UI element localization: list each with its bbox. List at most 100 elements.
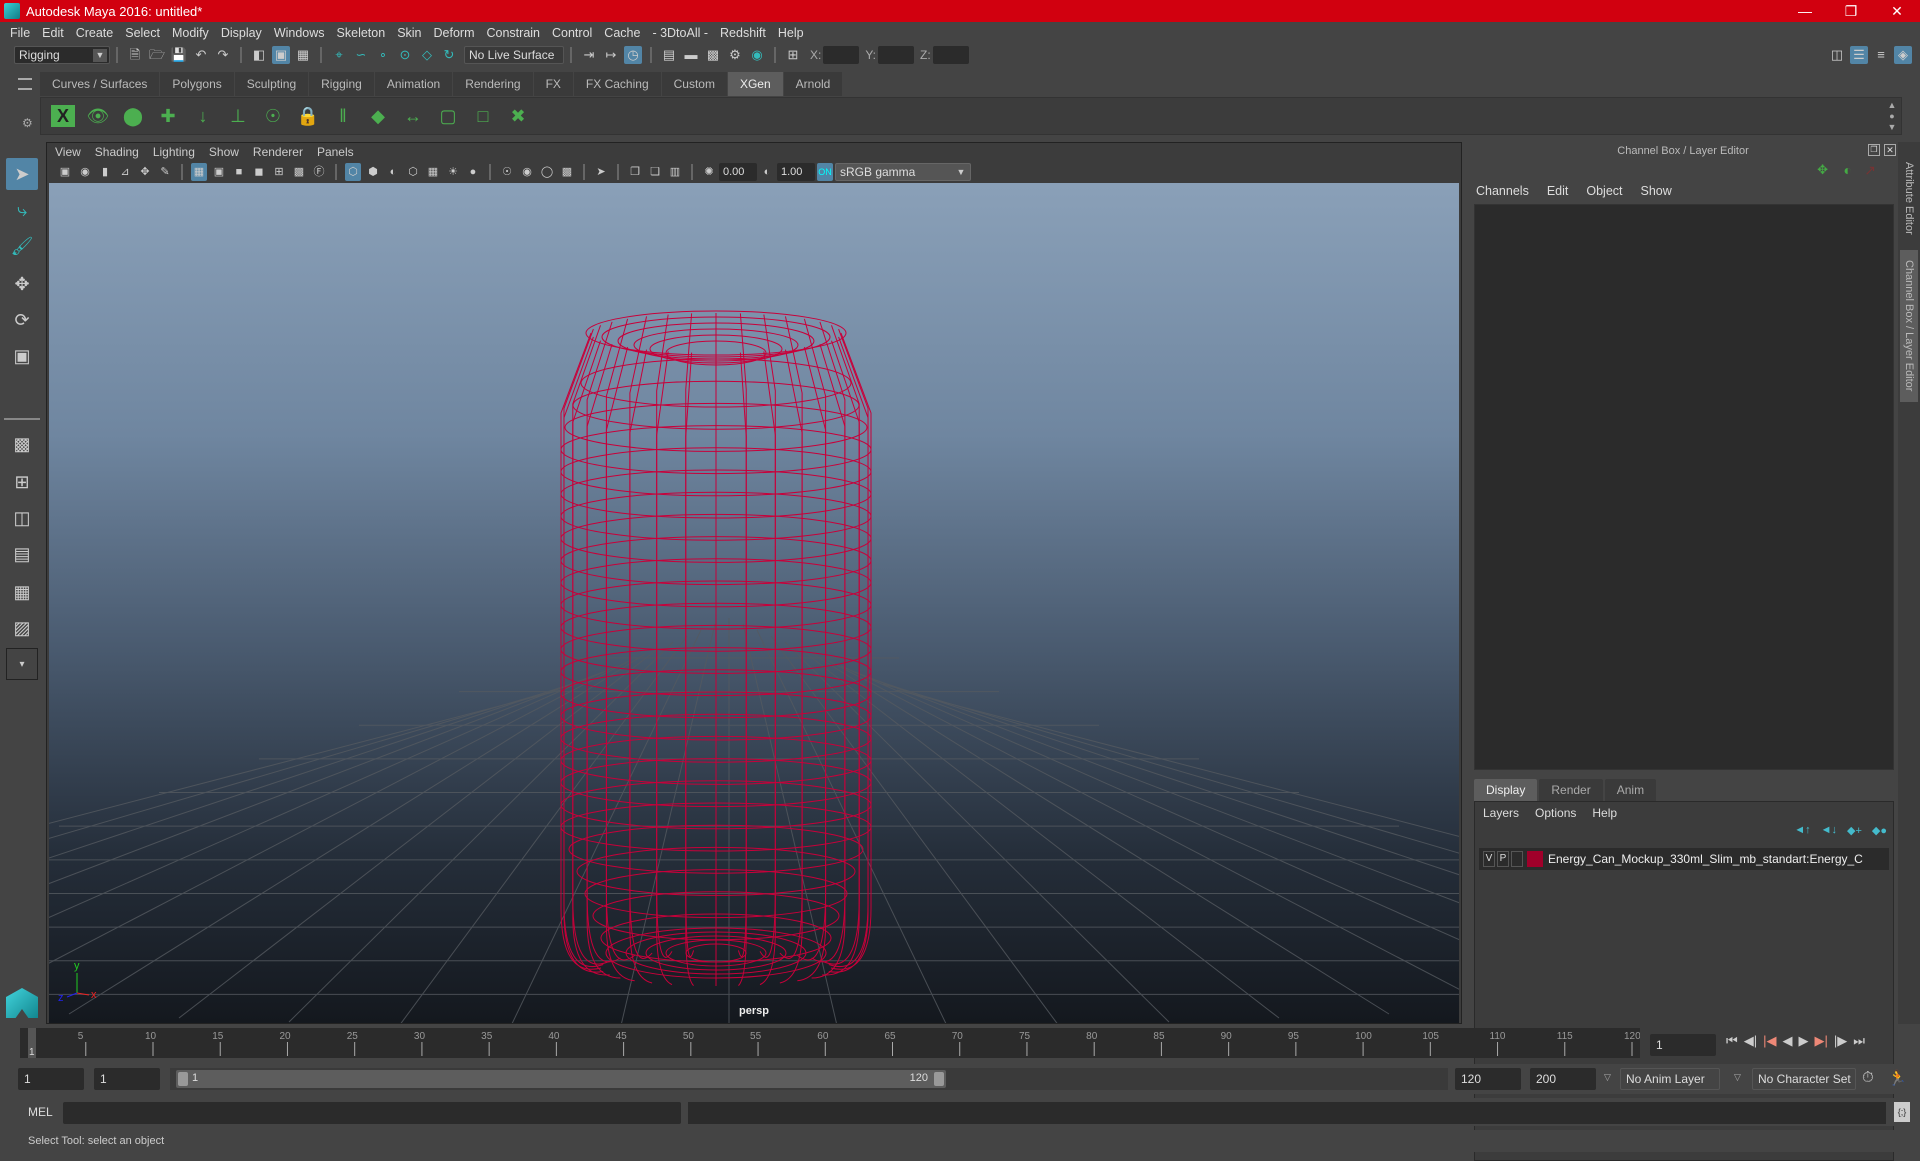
menu-help[interactable]: Help xyxy=(778,26,804,40)
snap-point-icon[interactable]: ∘ xyxy=(374,46,392,64)
paint-select-tool-icon[interactable]: 🖌 xyxy=(6,230,38,262)
persp-graph-outliner-layout-icon[interactable]: ▨ xyxy=(6,612,38,644)
layer-playback-toggle[interactable]: P xyxy=(1497,851,1509,867)
menu-skin[interactable]: Skin xyxy=(397,26,421,40)
attribute-editor-tab[interactable]: Attribute Editor xyxy=(1900,150,1918,246)
screen-space-ao-icon[interactable]: ☉ xyxy=(499,163,515,181)
vp-menu-lighting[interactable]: Lighting xyxy=(153,145,195,159)
close-button[interactable]: ✕ xyxy=(1874,0,1920,22)
vp-menu-renderer[interactable]: Renderer xyxy=(253,145,303,159)
xray-joints-icon[interactable]: ▥ xyxy=(667,163,683,181)
resolution-gate-icon[interactable]: ■ xyxy=(231,163,247,181)
move-tool-icon[interactable]: ✥ xyxy=(6,268,38,300)
tool-settings-toggle-icon[interactable]: ≡ xyxy=(1872,46,1890,64)
time-slider[interactable]: 1 5 10 15 20 25 30 35 40 45 50 55 60 65 70 75 80 85 90 95 10… xyxy=(20,1028,1641,1058)
anim-layer-dropdown[interactable]: No Anim Layer xyxy=(1620,1068,1720,1090)
cb-menu-object[interactable]: Object xyxy=(1586,184,1622,198)
save-scene-icon[interactable]: 💾 xyxy=(170,46,188,64)
shelf-tab-arnold[interactable]: Arnold xyxy=(783,72,844,96)
use-all-lights-icon[interactable]: ☀ xyxy=(445,163,461,181)
cb-menu-show[interactable]: Show xyxy=(1641,184,1672,198)
close-panel-icon[interactable]: ✕ xyxy=(1884,144,1896,156)
go-to-end-icon[interactable]: ⏭ xyxy=(1853,1033,1865,1049)
menu-redshift[interactable]: Redshift xyxy=(720,26,766,40)
gate-mask-icon[interactable]: ◼ xyxy=(251,163,267,181)
start-time-field[interactable]: 1 xyxy=(18,1068,84,1090)
xgen-show-icon[interactable]: 👁 xyxy=(84,102,112,130)
menu-deform[interactable]: Deform xyxy=(434,26,475,40)
hypershade-layout-icon[interactable]: ▦ xyxy=(6,576,38,608)
vp-menu-panels[interactable]: Panels xyxy=(317,145,354,159)
four-view-layout-icon[interactable]: ⊞ xyxy=(6,466,38,498)
bookmark-icon[interactable]: ▮ xyxy=(97,163,113,181)
snap-live-icon[interactable]: ↻ xyxy=(440,46,458,64)
anim-layer-chevron-icon[interactable]: ▽ xyxy=(1604,1072,1611,1083)
menu-modify[interactable]: Modify xyxy=(172,26,209,40)
safe-action-icon[interactable]: ▩ xyxy=(291,163,307,181)
select-by-object-icon[interactable]: ▣ xyxy=(272,46,290,64)
channel-box-tab[interactable]: Channel Box / Layer Editor xyxy=(1900,250,1918,402)
layer-menu-help[interactable]: Help xyxy=(1592,806,1617,820)
attribute-editor-toggle-icon[interactable]: ☰ xyxy=(1850,46,1868,64)
menu-create[interactable]: Create xyxy=(76,26,114,40)
exposure-field[interactable]: 0.00 xyxy=(719,163,757,181)
exposure-icon[interactable]: ✺ xyxy=(701,163,717,181)
script-editor-icon[interactable]: {;} xyxy=(1894,1102,1910,1122)
command-input[interactable] xyxy=(63,1102,681,1124)
isolate-select-icon[interactable]: ➤ xyxy=(593,163,609,181)
persp-outliner-layout-icon[interactable]: ◫ xyxy=(6,502,38,534)
camera-attributes-icon[interactable]: ◉ xyxy=(77,163,93,181)
redo-icon[interactable]: ↷ xyxy=(214,46,232,64)
textured-icon[interactable]: ▦ xyxy=(425,163,441,181)
persp-graph-layout-icon[interactable]: ▤ xyxy=(6,538,38,570)
single-perspective-layout-icon[interactable]: ▩ xyxy=(6,428,38,460)
grid-icon[interactable]: ▦ xyxy=(191,163,207,181)
float-panel-icon[interactable]: ❐ xyxy=(1868,144,1880,156)
ipr-render-icon[interactable]: ▩ xyxy=(704,46,722,64)
current-frame-field[interactable]: 1 xyxy=(1650,1034,1716,1056)
select-by-hierarchy-icon[interactable]: ◧ xyxy=(250,46,268,64)
channels-list[interactable] xyxy=(1474,204,1894,770)
shelf-tab-fx[interactable]: FX xyxy=(533,72,574,96)
shelf-tab-fx-caching[interactable]: FX Caching xyxy=(573,72,662,96)
add-guide-icon[interactable]: ⊥ xyxy=(224,102,252,130)
shelf-tab-rigging[interactable]: Rigging xyxy=(309,72,375,96)
gamma-icon[interactable]: ◐ xyxy=(759,163,775,181)
film-gate-icon[interactable]: ▣ xyxy=(211,163,227,181)
menu-cache[interactable]: Cache xyxy=(604,26,640,40)
transform-mode-icon[interactable]: ⊞ xyxy=(784,46,802,64)
menu-windows[interactable]: Windows xyxy=(274,26,325,40)
lasso-tool-icon[interactable]: ⤷ xyxy=(6,194,38,226)
menu-file[interactable]: File xyxy=(10,26,30,40)
gamma-field[interactable]: 1.00 xyxy=(777,163,815,181)
safe-title-icon[interactable]: Ⓕ xyxy=(311,163,327,181)
shelf-menu-icon[interactable] xyxy=(18,78,32,90)
auto-key-icon[interactable]: ⏱ xyxy=(1862,1069,1874,1086)
shelf-settings-icon[interactable]: ⚙ xyxy=(22,116,33,130)
menu-set-dropdown[interactable]: Rigging ▼ xyxy=(14,46,110,64)
layer-menu-layers[interactable]: Layers xyxy=(1483,806,1519,820)
rotate-tool-icon[interactable]: ⟳ xyxy=(6,304,38,336)
menu-display[interactable]: Display xyxy=(221,26,262,40)
undo-icon[interactable]: ↶ xyxy=(192,46,210,64)
default-material-icon[interactable]: ◐ xyxy=(385,163,401,181)
vp-menu-view[interactable]: View xyxy=(55,145,81,159)
shadows-icon[interactable]: ● xyxy=(465,163,481,181)
animation-preferences-icon[interactable]: 🏃 xyxy=(1888,1069,1907,1087)
vp-menu-show[interactable]: Show xyxy=(209,145,239,159)
construction-history-icon[interactable]: ◷ xyxy=(624,46,642,64)
range-slider-handle[interactable]: 1 120 xyxy=(176,1070,946,1088)
layer-row[interactable]: V P Energy_Can_Mockup_330ml_Slim_mb_stan… xyxy=(1479,848,1889,870)
shelf-tab-rendering[interactable]: Rendering xyxy=(453,72,534,96)
y-field[interactable] xyxy=(878,46,915,64)
select-region-icon[interactable]: ▢ xyxy=(434,102,462,130)
step-forward-frame-icon[interactable]: |▶ xyxy=(1834,1033,1847,1049)
camera-icon[interactable]: ▣ xyxy=(57,163,73,181)
xray-icon[interactable]: ❐ xyxy=(627,163,643,181)
snap-projected-center-icon[interactable]: ⊙ xyxy=(396,46,414,64)
shelf-tab-curves-surfaces[interactable]: Curves / Surfaces xyxy=(40,72,161,96)
layer-visibility-toggle[interactable]: V xyxy=(1483,851,1495,867)
depth-of-field-icon[interactable]: ▩ xyxy=(559,163,575,181)
manipulator-axis-icon[interactable]: ✥ xyxy=(1817,162,1828,178)
shelf-scroll[interactable]: ▲ ● ▼ xyxy=(1885,100,1899,133)
